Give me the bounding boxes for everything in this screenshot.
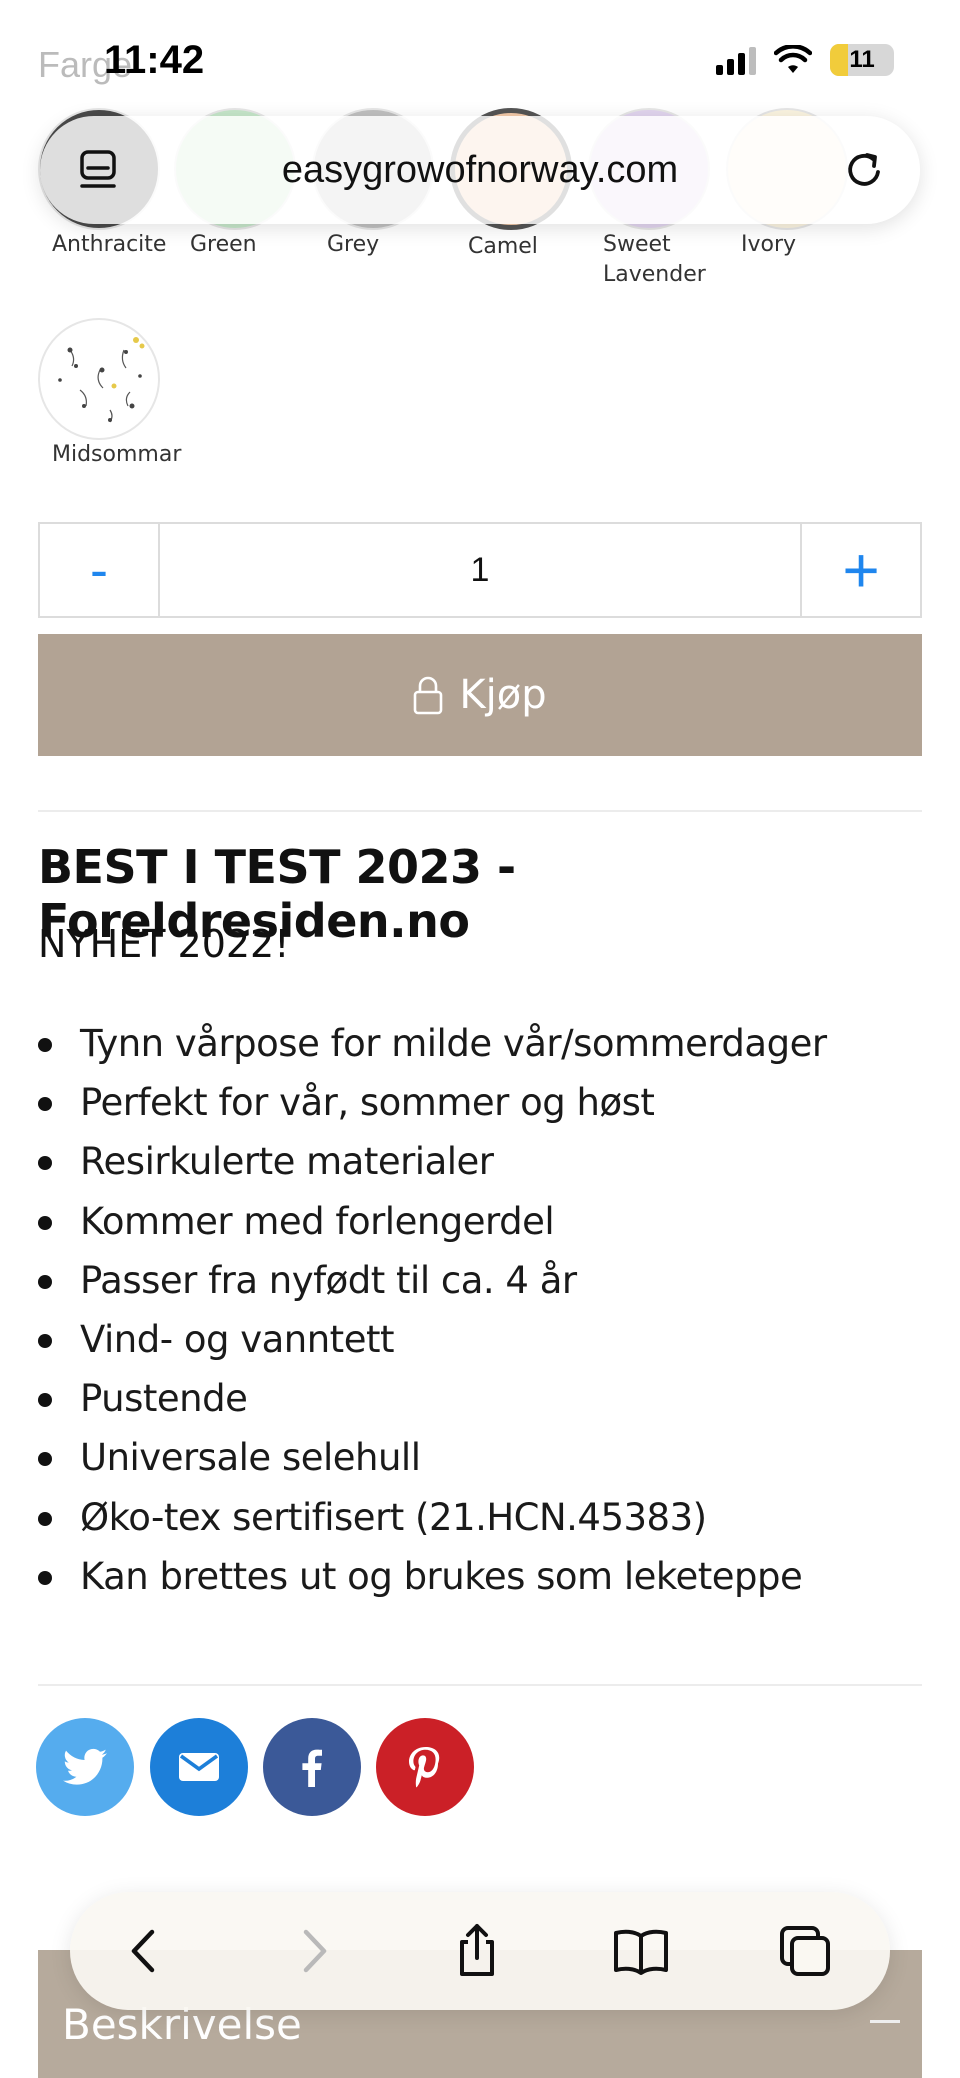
cellular-signal-icon — [716, 45, 756, 75]
share-email-button[interactable] — [150, 1718, 248, 1816]
divider — [38, 810, 922, 812]
feature-item: Øko-tex sertifisert (21.HCN.45383) — [38, 1488, 918, 1547]
swatch-name-sweet-lavender: Sweet Lavender — [603, 232, 706, 287]
lock-icon — [414, 676, 443, 715]
browser-toolbar — [70, 1892, 890, 2010]
pinterest-icon — [409, 1747, 440, 1788]
buy-button-label: Kjøp — [459, 672, 547, 718]
facebook-icon — [302, 1749, 322, 1787]
buy-button[interactable]: Kjøp — [38, 634, 922, 756]
feature-item: Perfekt for vår, sommer og høst — [38, 1073, 918, 1132]
battery-icon: 11 — [830, 44, 894, 76]
swatch-name-green: Green — [190, 232, 257, 257]
wifi-icon — [774, 45, 812, 73]
divider — [38, 1684, 922, 1686]
increase-quantity-button[interactable]: + — [800, 524, 920, 616]
forward-icon[interactable] — [282, 1920, 344, 1982]
swatch-name-anthracite: Anthracite — [52, 232, 167, 257]
feature-item: Pustende — [38, 1369, 918, 1428]
feature-item: Tynn vårpose for milde vår/sommerdager — [38, 1014, 918, 1073]
url-text[interactable]: easygrowofnorway.com — [282, 149, 678, 192]
feature-item: Vind- og vanntett — [38, 1310, 918, 1369]
back-icon[interactable] — [114, 1920, 176, 1982]
swatch-name-ivory: Ivory — [741, 232, 797, 257]
feature-item: Kan brettes ut og brukes som leketeppe — [38, 1547, 918, 1606]
status-icons: 11 — [716, 44, 894, 76]
mail-icon — [179, 1753, 219, 1781]
decrease-quantity-button[interactable]: - — [40, 524, 160, 616]
swatch-name-camel: Camel — [468, 234, 538, 259]
feature-item: Resirkulerte materialer — [38, 1132, 918, 1191]
quantity-stepper: - 1 + — [38, 522, 922, 618]
twitter-icon — [63, 1748, 107, 1785]
quantity-input[interactable]: 1 — [160, 524, 800, 616]
feature-list: Tynn vårpose for milde vår/sommerdager P… — [38, 1014, 918, 1606]
status-time: 11:42 — [104, 38, 205, 82]
collapse-icon — [870, 2020, 900, 2023]
share-facebook-button[interactable] — [263, 1718, 361, 1816]
share-icon[interactable] — [446, 1920, 508, 1982]
url-bar[interactable]: easygrowofnorway.com — [40, 116, 920, 224]
swatch-name-midsommar: Midsommar — [52, 442, 182, 467]
battery-level: 11 — [849, 46, 875, 73]
tabs-overview-icon[interactable] — [774, 1920, 836, 1982]
swatch-midsommar[interactable] — [38, 318, 160, 440]
share-twitter-button[interactable] — [36, 1718, 134, 1816]
bookmarks-icon[interactable] — [610, 1920, 672, 1982]
feature-item: Kommer med forlengerdel — [38, 1192, 918, 1251]
feature-item: Universale selehull — [38, 1428, 918, 1487]
feature-item: Passer fra nyfødt til ca. 4 år — [38, 1251, 918, 1310]
swatch-name-grey: Grey — [327, 232, 380, 257]
page-menu-icon[interactable] — [74, 146, 122, 194]
floral-pattern-icon — [58, 337, 145, 423]
share-pinterest-button[interactable] — [376, 1718, 474, 1816]
product-subheading: NYHET 2022! — [38, 922, 290, 966]
reload-icon[interactable] — [838, 144, 890, 196]
